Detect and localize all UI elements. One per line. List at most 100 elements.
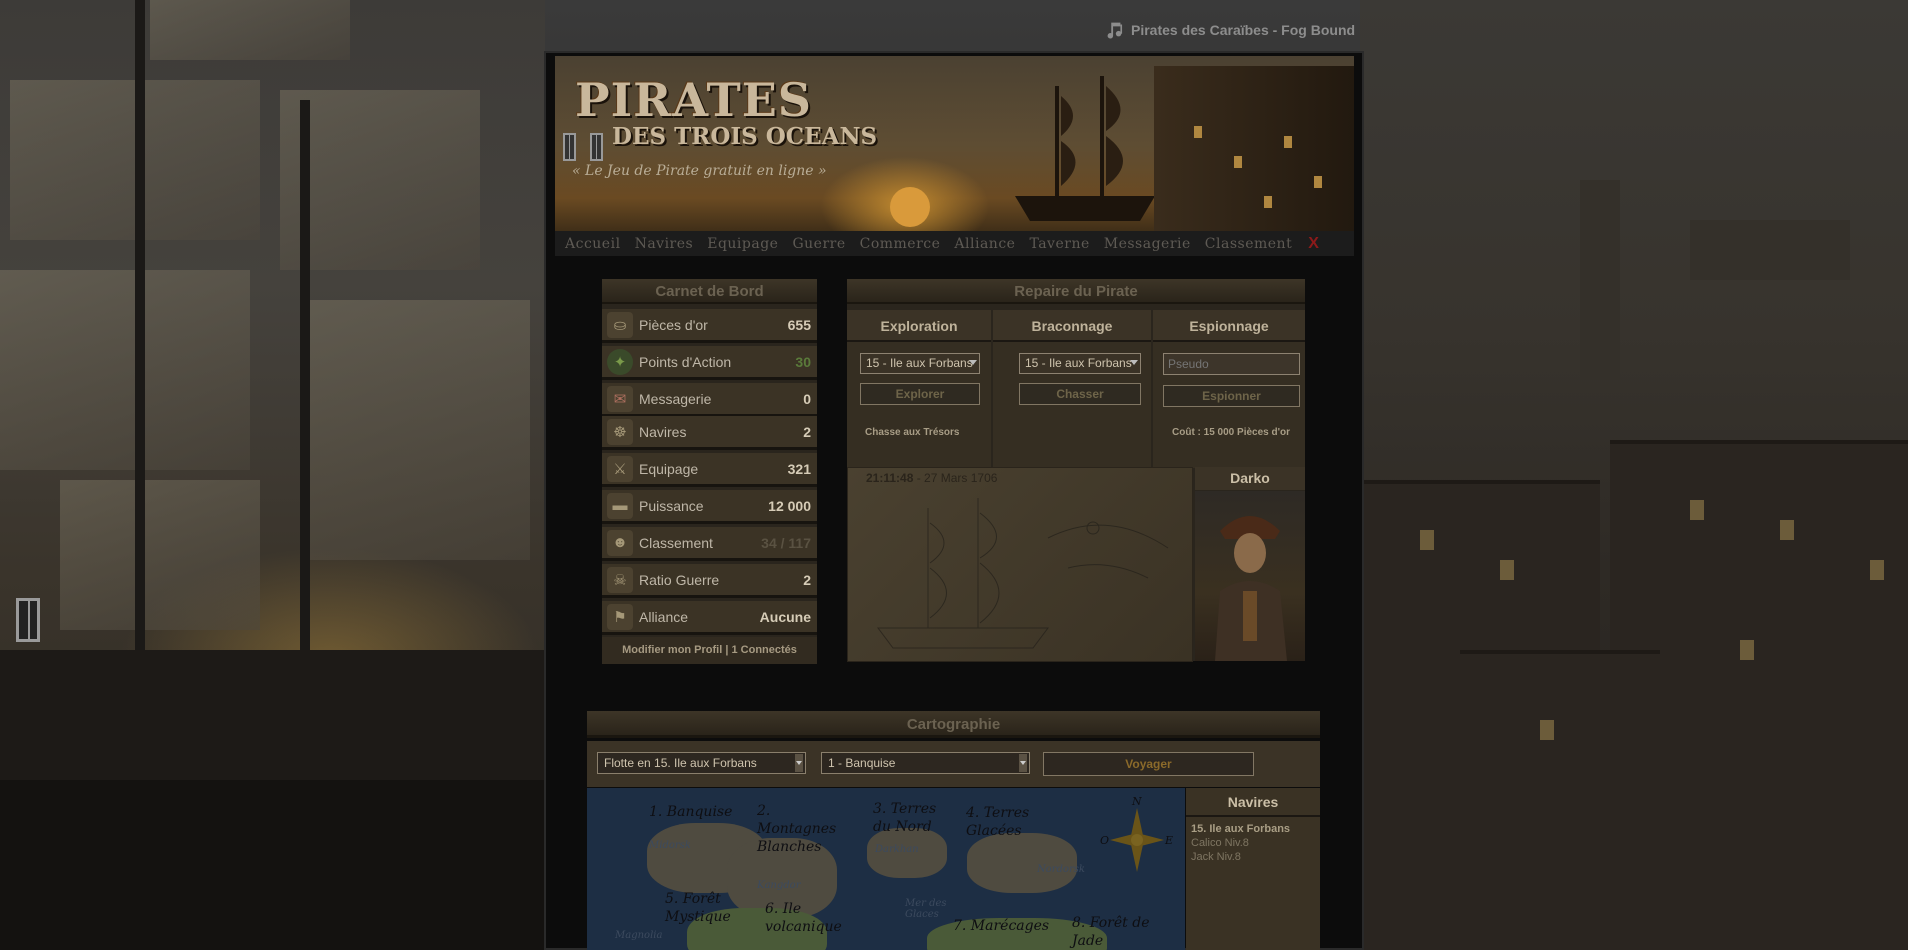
- nav-commerce[interactable]: Commerce: [860, 236, 941, 252]
- map-label-marecages[interactable]: 7. Marécages: [953, 918, 1049, 934]
- select-value: 15 - Ile aux Forbans: [866, 356, 973, 370]
- background-town-scene: [1360, 0, 1908, 950]
- carnet-label: Ratio Guerre: [639, 571, 720, 588]
- map-town-magnolia: Magnolia: [615, 930, 663, 941]
- braconnage-island-select[interactable]: 15 - Ile aux Forbans: [1019, 353, 1141, 374]
- map-town-darkhan: Darkhan: [875, 844, 919, 855]
- carnet-value: 655: [787, 316, 811, 333]
- select-value: Flotte en 15. Ile aux Forbans: [604, 756, 757, 770]
- ship-wheel-icon: ☸: [607, 418, 633, 445]
- nav-equipage[interactable]: Equipage: [707, 236, 778, 252]
- fleet-select[interactable]: Flotte en 15. Ile aux Forbans: [597, 752, 806, 774]
- nav-taverne[interactable]: Taverne: [1029, 236, 1089, 252]
- player-name: Darko: [1195, 467, 1305, 490]
- nav-messagerie[interactable]: Messagerie: [1104, 236, 1191, 252]
- profile-link[interactable]: Modifier mon Profil | 1 Connectés: [602, 637, 817, 664]
- chevron-down-icon: [1130, 360, 1138, 365]
- espionnage-cost: Coût : 15 000 Pièces d'or: [1172, 427, 1290, 438]
- nav-accueil[interactable]: Accueil: [565, 236, 621, 252]
- flag-icon: ⚑: [607, 603, 633, 630]
- logo-tagline: « Le Jeu de Pirate gratuit en ligne »: [572, 163, 827, 179]
- map-label-foret-mystique[interactable]: 5. Forêt Mystique: [665, 890, 745, 926]
- carnet-row-alliance[interactable]: ⚑ Alliance Aucune: [602, 601, 817, 635]
- carnet-row-puissance: ▬ Puissance 12 000: [602, 490, 817, 524]
- carnet-row-equipage[interactable]: ⚔ Equipage 321: [602, 453, 817, 487]
- carnet-row-gold: ⛀ Pièces d'or 655: [602, 309, 817, 343]
- fleet-location: 15. Ile aux Forbans: [1191, 823, 1291, 835]
- carnet-value: 2: [803, 571, 811, 588]
- logo-title[interactable]: PIRATES: [575, 73, 812, 127]
- nav-navires[interactable]: Navires: [635, 236, 694, 252]
- carnet-label[interactable]: Alliance: [639, 609, 760, 625]
- map-label-ile-volcanique[interactable]: 6. Ile volcanique: [765, 900, 845, 936]
- music-track-title[interactable]: Pirates des Caraïbes - Fog Bound: [1131, 22, 1355, 38]
- explorer-button[interactable]: Explorer: [860, 383, 980, 405]
- nav-classement[interactable]: Classement: [1205, 236, 1292, 252]
- destination-select[interactable]: 1 - Banquise: [821, 752, 1030, 774]
- chevron-down-icon: [1019, 754, 1027, 772]
- player-avatar[interactable]: [1195, 491, 1305, 661]
- espionnage-header: Espionnage: [1153, 310, 1305, 342]
- music-note-icon: [1107, 22, 1123, 39]
- exploration-island-select[interactable]: 15 - Ile aux Forbans: [860, 353, 980, 374]
- voyager-button[interactable]: Voyager: [1043, 752, 1254, 776]
- map-label-terres-du-nord[interactable]: 3. Terres du Nord: [873, 800, 953, 836]
- compass-east: E: [1165, 834, 1174, 847]
- carnet-row-messagerie[interactable]: ✉ Messagerie 0: [602, 383, 817, 417]
- select-value: 1 - Banquise: [828, 756, 896, 770]
- skull-icon: ☠: [607, 566, 633, 593]
- map-town-nordorsk: Nordorsk: [1037, 864, 1085, 875]
- map-label-foret-de-jade[interactable]: 8. Forêt de Jade: [1072, 914, 1152, 950]
- banner-ship-icon: [1015, 76, 1155, 221]
- crossed-swords-icon: ⚔: [607, 455, 633, 482]
- compass-rose-icon: [1110, 808, 1164, 872]
- pirate-portrait-icon: [1215, 516, 1287, 661]
- chasser-button[interactable]: Chasser: [1019, 383, 1141, 405]
- carnet-label: Puissance: [639, 497, 704, 514]
- carnet-title: Carnet de Bord: [602, 279, 817, 304]
- logout-button[interactable]: X: [1308, 235, 1319, 253]
- pseudo-input[interactable]: [1163, 353, 1300, 375]
- carnet-label[interactable]: Classement: [639, 535, 761, 551]
- nav-alliance[interactable]: Alliance: [954, 236, 1015, 252]
- carnet-row-classement[interactable]: ☻ Classement 34 / 117: [602, 527, 817, 561]
- gold-coins-icon: ⛀: [607, 311, 633, 338]
- building-window-icon: [16, 598, 40, 642]
- world-map[interactable]: 1. Banquise 2. Montagnes Blanches 3. Ter…: [587, 788, 1185, 950]
- map-label-terres-glacees[interactable]: 4. Terres Glacées: [966, 804, 1056, 840]
- cartographie-title: Cartographie: [587, 711, 1320, 738]
- chevron-down-icon: [969, 360, 977, 365]
- map-label-banquise[interactable]: 1. Banquise: [649, 804, 732, 820]
- braconnage-header: Braconnage: [993, 310, 1151, 342]
- carnet-value: 0: [803, 390, 811, 407]
- carnet-row-navires[interactable]: ☸ Navires 2: [602, 416, 817, 450]
- carnet-value: Aucune: [759, 608, 811, 625]
- carnet-label[interactable]: Equipage: [639, 461, 788, 477]
- select-value: 15 - Ile aux Forbans: [1025, 356, 1132, 370]
- pirate-captain-icon: ☻: [607, 529, 633, 556]
- compass-west: O: [1100, 834, 1110, 847]
- ship-jack[interactable]: Jack Niv.8: [1191, 851, 1320, 863]
- carnet-value: 2: [803, 423, 811, 440]
- navires-title: Navires: [1186, 788, 1320, 817]
- chevron-down-icon: [795, 754, 803, 772]
- navires-panel: Navires 15. Ile aux Forbans Calico Niv.8…: [1186, 788, 1320, 950]
- banner-window-icon: [590, 133, 603, 161]
- sailing-ship-drawing: [877, 498, 1169, 649]
- carnet-row-ratio-guerre: ☠ Ratio Guerre 2: [602, 564, 817, 598]
- nav-guerre[interactable]: Guerre: [792, 236, 845, 252]
- carnet-label[interactable]: Messagerie: [639, 391, 803, 407]
- espionner-button[interactable]: Espionner: [1163, 385, 1300, 407]
- ship-calico[interactable]: Calico Niv.8: [1191, 837, 1320, 849]
- repaire-title: Repaire du Pirate: [847, 279, 1305, 304]
- banner-window-icon: [563, 133, 576, 161]
- carnet-label[interactable]: Navires: [639, 424, 803, 440]
- music-player[interactable]: Pirates des Caraïbes - Fog Bound: [1103, 19, 1355, 41]
- main-nav: Accueil Navires Equipage Guerre Commerce…: [555, 231, 1354, 256]
- cannon-icon: ▬: [607, 492, 633, 519]
- logo-subtitle: DES TROIS OCEANS: [612, 123, 878, 150]
- carnet-value: 321: [787, 460, 811, 477]
- treasure-map-image: 21:11:48 - 27 Mars 1706: [847, 467, 1193, 662]
- map-label-montagnes-blanches[interactable]: 2. Montagnes Blanches: [757, 802, 847, 856]
- carnet-label: Points d'Action: [639, 353, 732, 370]
